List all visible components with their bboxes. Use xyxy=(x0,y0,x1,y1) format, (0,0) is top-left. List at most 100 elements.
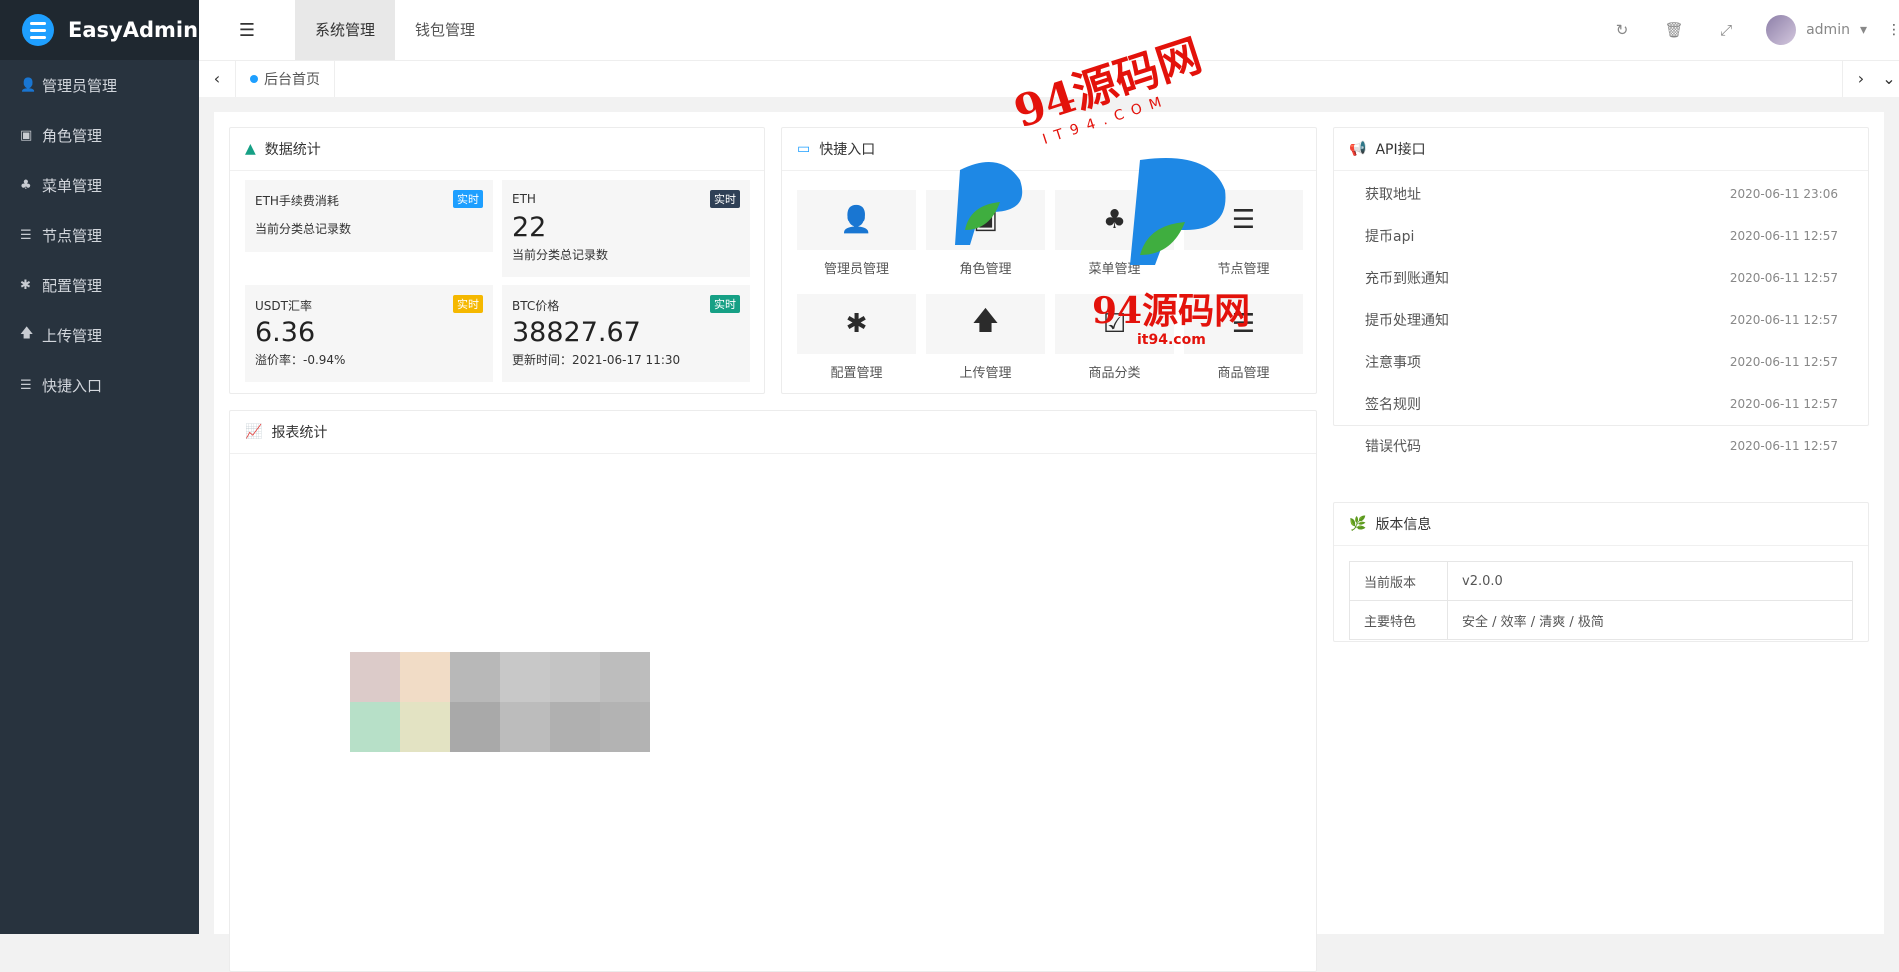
sidebar-item-role[interactable]: ▣ 角色管理 xyxy=(0,110,199,160)
warning-icon: ▲ xyxy=(245,141,256,157)
sidebar-item-label: 配置管理 xyxy=(42,276,103,295)
api-item[interactable]: 签名规则 2020-06-11 12:57 xyxy=(1365,394,1838,414)
asterisk-icon: ✱ xyxy=(20,277,31,293)
bullhorn-icon: 📢 xyxy=(1349,141,1367,157)
stat-sub: 当前分类总记录数 xyxy=(255,222,352,236)
arrow-up-icon: 🡅 xyxy=(20,326,34,341)
api-item-label: 错误代码 xyxy=(1365,439,1421,455)
quick-item-label: 商品分类 xyxy=(1088,366,1141,381)
chevron-down-icon[interactable]: ⌄ xyxy=(1879,61,1899,97)
api-card: 📢 API接口 获取地址 2020-06-11 23:06 提币api 2020-0… xyxy=(1333,127,1869,455)
realtime-badge: 实时 xyxy=(453,295,483,313)
api-item-label: 获取地址 xyxy=(1365,187,1421,203)
page-tabs-bar: ‹ 后台首页 › ⌄ xyxy=(199,61,1899,98)
list-icon: ☰ xyxy=(1184,294,1303,354)
api-item[interactable]: 提币处理通知 2020-06-11 12:57 xyxy=(1365,310,1838,330)
quick-item-upload[interactable]: 🡅 上传管理 xyxy=(926,294,1045,381)
quick-item-node[interactable]: ☰ 节点管理 xyxy=(1184,190,1303,277)
id-card-icon: ▣ xyxy=(926,190,1045,250)
chevron-left-icon[interactable]: ‹ xyxy=(199,61,236,97)
chevron-right-icon[interactable]: › xyxy=(1842,61,1879,97)
pixelated-image xyxy=(350,652,650,752)
realtime-badge: 实时 xyxy=(710,190,740,208)
api-item[interactable]: 获取地址 2020-06-11 23:06 xyxy=(1365,184,1838,204)
user-icon: 👤 xyxy=(20,77,37,93)
quick-item-label: 商品管理 xyxy=(1217,366,1270,381)
table-cell-key: 当前版本 xyxy=(1349,561,1448,601)
sidebar-item-menu[interactable]: ♣ 菜单管理 xyxy=(0,160,199,210)
app-logo-icon xyxy=(22,14,54,46)
api-item-date: 2020-06-11 12:57 xyxy=(1729,271,1838,285)
table-cell-value: 安全 / 效率 / 清爽 / 极简 xyxy=(1447,600,1853,640)
stat-value: 6.36 xyxy=(255,317,316,348)
api-item-label: 充币到账通知 xyxy=(1365,271,1449,287)
stat-btc: BTC价格 实时 38827.67 更新时间：2021-06-17 11:30 xyxy=(502,285,750,382)
user-menu[interactable]: admin ▾ xyxy=(1752,15,1887,45)
page-tab-home[interactable]: 后台首页 xyxy=(236,61,335,97)
table-cell-key: 主要特色 xyxy=(1349,600,1448,640)
trash-icon[interactable]: 🗑 xyxy=(1648,21,1700,39)
collapse-sidebar-icon[interactable]: ☰ xyxy=(199,20,295,41)
sidebar-item-label: 菜单管理 xyxy=(42,176,103,195)
table-row: 主要特色 安全 / 效率 / 清爽 / 极简 xyxy=(1349,600,1853,640)
id-card-icon: ▣ xyxy=(20,127,33,143)
stat-label: ETH xyxy=(512,192,536,206)
card-title: 报表统计 xyxy=(271,425,328,441)
table-row: 当前版本 v2.0.0 xyxy=(1349,561,1853,601)
version-card: 🌿 版本信息 当前版本 v2.0.0 主要特色 安全 / 效率 / 清爽 / 极… xyxy=(1333,502,1869,642)
api-item[interactable]: 注意事项 2020-06-11 12:57 xyxy=(1365,352,1838,372)
user-icon: 👤 xyxy=(797,190,916,250)
stats-card-header: ▲ 数据统计 xyxy=(230,128,764,171)
sidebar-item-label: 角色管理 xyxy=(42,126,103,145)
api-item-label: 签名规则 xyxy=(1365,397,1421,413)
quick-item-label: 菜单管理 xyxy=(1088,262,1141,277)
stat-value: 38827.67 xyxy=(512,317,641,348)
quick-item-label: 角色管理 xyxy=(959,262,1012,277)
quick-item-admin[interactable]: 👤 管理员管理 xyxy=(797,190,916,277)
stat-usdt: USDT汇率 实时 6.36 溢价率：-0.94% xyxy=(245,285,493,382)
api-item-label: 提币处理通知 xyxy=(1365,313,1449,329)
sidebar-item-label: 快捷入口 xyxy=(42,376,103,395)
quick-item-menu[interactable]: ♣ 菜单管理 xyxy=(1055,190,1174,277)
table-cell-value: v2.0.0 xyxy=(1447,561,1853,601)
tree-icon: ♣ xyxy=(20,177,32,193)
list-icon: ☰ xyxy=(1184,190,1303,250)
tab-wallet[interactable]: 钱包管理 xyxy=(395,0,495,60)
quick-item-config[interactable]: ✱ 配置管理 xyxy=(797,294,916,381)
quick-item-role[interactable]: ▣ 角色管理 xyxy=(926,190,1045,277)
sidebar-item-node[interactable]: ☰ 节点管理 xyxy=(0,210,199,260)
version-table: 当前版本 v2.0.0 主要特色 安全 / 效率 / 清爽 / 极简 xyxy=(1349,561,1853,640)
realtime-badge: 实时 xyxy=(453,190,483,208)
sidebar-item-quick[interactable]: ☰ 快捷入口 xyxy=(0,360,199,410)
brand[interactable]: EasyAdmin xyxy=(0,0,199,60)
sidebar-item-upload[interactable]: 🡅 上传管理 xyxy=(0,310,199,360)
asterisk-icon: ✱ xyxy=(797,294,916,354)
quick-item-label: 节点管理 xyxy=(1217,262,1270,277)
api-item-label: 提币api xyxy=(1365,229,1415,245)
card-title: API接口 xyxy=(1375,142,1426,158)
quick-item-goods[interactable]: ☰ 商品管理 xyxy=(1184,294,1303,381)
api-item[interactable]: 充币到账通知 2020-06-11 12:57 xyxy=(1365,268,1838,288)
sidebar-item-config[interactable]: ✱ 配置管理 xyxy=(0,260,199,310)
api-card-header: 📢 API接口 xyxy=(1334,128,1868,171)
api-item[interactable]: 提币api 2020-06-11 12:57 xyxy=(1365,226,1838,246)
stat-sub: 当前分类总记录数 xyxy=(512,248,609,262)
fullscreen-icon[interactable]: ⤢ xyxy=(1700,21,1752,39)
quick-item-category[interactable]: ☑ 商品分类 xyxy=(1055,294,1174,381)
line-chart-icon: 📈 xyxy=(245,424,263,440)
stat-label: USDT汇率 xyxy=(255,299,312,313)
tab-system[interactable]: 系统管理 xyxy=(295,0,396,60)
refresh-icon[interactable]: ↻ xyxy=(1596,21,1648,39)
api-item-date: 2020-06-11 23:06 xyxy=(1729,187,1838,201)
arrow-up-icon: 🡅 xyxy=(926,294,1045,354)
sidebar-menu: 👤 管理员管理 ▣ 角色管理 ♣ 菜单管理 ☰ 节点管理 ✱ 配置管理 🡅 上传管理 ☰ 快捷… xyxy=(0,60,199,410)
sidebar-item-admin[interactable]: 👤 管理员管理 xyxy=(0,60,199,110)
api-item-date: 2020-06-11 12:57 xyxy=(1729,313,1838,327)
api-item[interactable]: 错误代码 2020-06-11 12:57 xyxy=(1365,436,1838,456)
more-icon[interactable]: ⋮ xyxy=(1887,22,1899,38)
credit-card-icon: ▭ xyxy=(797,141,811,157)
realtime-badge: 实时 xyxy=(710,295,740,313)
sidebar: EasyAdmin 👤 管理员管理 ▣ 角色管理 ♣ 菜单管理 ☰ 节点管理 ✱ 配置管理… xyxy=(0,0,199,934)
user-name: admin xyxy=(1806,22,1850,38)
quick-card-header: ▭ 快捷入口 xyxy=(782,128,1316,171)
